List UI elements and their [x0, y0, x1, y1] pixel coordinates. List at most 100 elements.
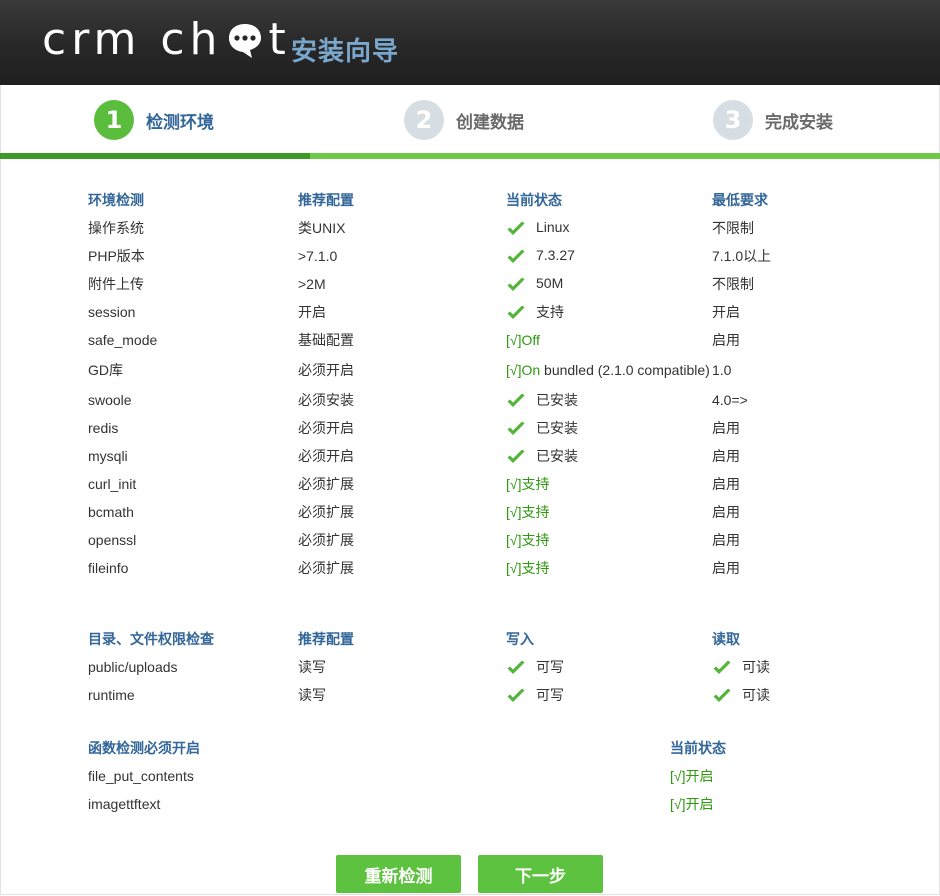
env-recommended: 必须扩展	[298, 532, 354, 548]
table-row: session 开启 支持 开启	[88, 298, 862, 326]
env-status: 50M	[506, 270, 712, 298]
env-status-ok: [√]支持	[506, 560, 550, 576]
logo-text-left: crm ch	[42, 14, 223, 65]
dir-recommended: 读写	[298, 687, 326, 703]
env-check-table: 环境检测 推荐配置 当前状态 最低要求 操作系统 类UNIX Linux 不限制 PHP…	[88, 186, 862, 582]
next-step-button[interactable]: 下一步	[478, 855, 603, 893]
check-icon	[507, 249, 525, 263]
env-recommended: 类UNIX	[298, 220, 346, 236]
env-name: swoole	[88, 392, 132, 408]
env-recommended: 必须安装	[298, 392, 354, 408]
table-row: PHP版本 >7.1.0 7.3.27 7.1.0以上	[88, 242, 862, 270]
env-minimum: 启用	[712, 532, 740, 548]
table-row: fileinfo 必须扩展 [√]支持 启用	[88, 554, 862, 582]
dir-path: runtime	[88, 687, 135, 703]
table-row: file_put_contents [√]开启	[88, 762, 830, 790]
dir-header-recommended: 推荐配置	[298, 632, 354, 648]
env-status-ok: [√]Off	[506, 332, 540, 348]
table-row: mysqli 必须开启 已安装 启用	[88, 442, 862, 470]
env-recommended: 开启	[298, 304, 326, 320]
func-status: [√]开启	[670, 768, 714, 784]
env-minimum: 启用	[712, 448, 740, 464]
table-row: curl_init 必须扩展 [√]支持 启用	[88, 470, 862, 498]
env-recommended: 必须扩展	[298, 504, 354, 520]
func-header-status: 当前状态	[670, 741, 726, 757]
dir-write: 可写	[506, 653, 712, 681]
step-1-number: 1	[94, 100, 134, 140]
step-1: 1 检测环境	[94, 100, 214, 140]
table-row: bcmath 必须扩展 [√]支持 启用	[88, 498, 862, 526]
env-minimum: 1.0	[712, 362, 732, 378]
dir-read-text: 可读	[742, 687, 770, 703]
dir-write-text: 可写	[536, 659, 564, 675]
env-name: redis	[88, 420, 119, 436]
env-name: fileinfo	[88, 560, 129, 576]
env-status-text: 已安装	[536, 420, 578, 436]
function-check-table: 函数检测必须开启 当前状态 file_put_contents [√]开启 imag…	[88, 734, 830, 818]
step-3: 3 完成安装	[713, 100, 833, 140]
env-status-ok: [√]支持	[506, 476, 550, 492]
dir-header-write: 写入	[506, 632, 534, 648]
env-header-status: 当前状态	[506, 193, 562, 209]
dir-write: 可写	[506, 681, 712, 709]
dir-write-text: 可写	[536, 687, 564, 703]
dir-path: public/uploads	[88, 659, 178, 675]
dir-read: 可读	[712, 653, 862, 681]
table-row: runtime 读写 可写 可读	[88, 681, 862, 709]
check-icon	[507, 393, 525, 408]
step-2-number: 2	[404, 100, 444, 140]
env-status-text: 50M	[536, 275, 564, 292]
step-1-label: 检测环境	[146, 112, 214, 133]
env-name: 附件上传	[88, 276, 144, 292]
step-indicator: 1 检测环境 2 创建数据 3 完成安装	[0, 85, 940, 155]
env-name: 操作系统	[88, 220, 144, 236]
env-status: [√]支持	[506, 554, 712, 582]
chat-bubble-icon	[229, 24, 262, 58]
recheck-button[interactable]: 重新检测	[336, 855, 461, 893]
env-name: bcmath	[88, 504, 134, 520]
env-table-header: 环境检测 推荐配置 当前状态 最低要求	[88, 186, 862, 214]
env-status: 已安装	[506, 386, 712, 414]
env-status-text: Linux	[536, 219, 570, 236]
env-status-text: 已安装	[536, 448, 578, 464]
check-icon	[507, 660, 525, 675]
env-recommended: 必须开启	[298, 420, 354, 436]
env-recommended: 必须扩展	[298, 476, 354, 492]
step-2: 2 创建数据	[404, 100, 524, 140]
dir-header-path: 目录、文件权限检查	[88, 632, 214, 648]
check-icon	[507, 305, 525, 320]
check-icon	[713, 688, 731, 703]
env-status: [√]支持	[506, 498, 712, 526]
table-row: swoole 必须安装 已安装 4.0=>	[88, 386, 862, 414]
env-minimum: 不限制	[712, 276, 754, 292]
table-row: public/uploads 读写 可写 可读	[88, 653, 862, 681]
dir-table-header: 目录、文件权限检查 推荐配置 写入 读取	[88, 625, 862, 653]
func-name: imagettftext	[88, 796, 161, 812]
check-icon	[507, 277, 525, 291]
env-recommended: 基础配置	[298, 332, 354, 348]
env-minimum: 4.0=>	[712, 392, 748, 408]
env-status-ok: [√]On	[506, 362, 541, 378]
env-recommended: 必须开启	[298, 362, 354, 378]
env-status-ok: [√]支持	[506, 532, 550, 548]
env-status: [√]On bundled (2.1.0 compatible)	[506, 354, 712, 386]
env-name: safe_mode	[88, 332, 158, 348]
env-name: curl_init	[88, 476, 137, 492]
logo: crm ch t	[42, 10, 291, 70]
env-minimum: 不限制	[712, 220, 754, 236]
env-status: 支持	[506, 298, 712, 326]
logo-text-right: t	[268, 14, 291, 65]
dir-read-text: 可读	[742, 659, 770, 675]
env-status: [√]Off	[506, 326, 712, 354]
env-minimum: 启用	[712, 476, 740, 492]
env-minimum: 启用	[712, 420, 740, 436]
env-status-text: 7.3.27	[536, 247, 575, 264]
check-icon	[507, 688, 525, 703]
step-2-label: 创建数据	[456, 112, 524, 133]
env-name: session	[88, 304, 136, 320]
table-row: 附件上传 >2M 50M 不限制	[88, 270, 862, 298]
func-name: file_put_contents	[88, 768, 194, 784]
env-minimum: 开启	[712, 304, 740, 320]
env-header-recommended: 推荐配置	[298, 193, 354, 209]
dir-header-read: 读取	[712, 632, 740, 648]
